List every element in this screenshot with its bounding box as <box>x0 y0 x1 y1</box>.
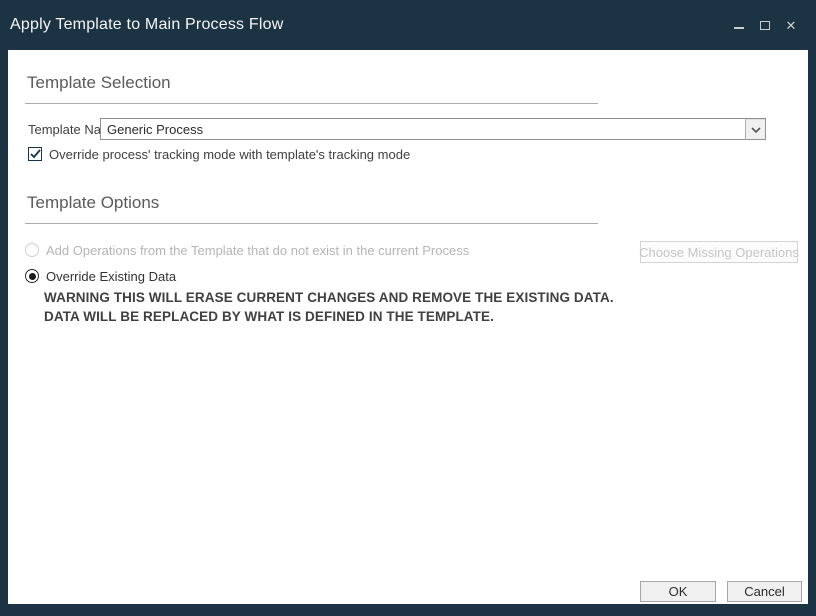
close-button[interactable]: ✕ <box>782 16 800 34</box>
warning-line-2: DATA WILL BE REPLACED BY WHAT IS DEFINED… <box>44 307 644 326</box>
cancel-button[interactable]: Cancel <box>727 581 802 602</box>
warning-line-1: WARNING THIS WILL ERASE CURRENT CHANGES … <box>44 288 644 307</box>
template-selection-heading: Template Selection <box>27 73 171 93</box>
maximize-button[interactable] <box>756 16 774 34</box>
warning-text: WARNING THIS WILL ERASE CURRENT CHANGES … <box>44 288 644 326</box>
ok-button[interactable]: OK <box>640 581 716 602</box>
radio-dot <box>29 273 36 280</box>
tracking-checkbox[interactable] <box>28 147 42 161</box>
override-existing-label: Override Existing Data <box>46 269 176 284</box>
section-separator <box>25 103 598 104</box>
minimize-button[interactable] <box>730 16 748 34</box>
window-title: Apply Template to Main Process Flow <box>0 16 283 34</box>
checkmark-icon <box>30 149 41 159</box>
template-name-value: Generic Process <box>101 122 745 137</box>
override-existing-radio[interactable] <box>25 269 39 283</box>
dialog-window: Apply Template to Main Process Flow ✕ Te… <box>0 0 816 616</box>
tracking-checkbox-label: Override process' tracking mode with tem… <box>49 147 410 162</box>
override-existing-radio-row[interactable]: Override Existing Data <box>25 268 176 284</box>
chevron-down-icon <box>751 127 761 133</box>
maximize-icon <box>760 21 770 30</box>
combobox-dropdown-button[interactable] <box>745 119 765 139</box>
tracking-checkbox-row[interactable]: Override process' tracking mode with tem… <box>28 146 410 162</box>
add-operations-label: Add Operations from the Template that do… <box>46 243 469 258</box>
section-separator <box>25 223 598 224</box>
add-operations-radio-row: Add Operations from the Template that do… <box>25 242 469 258</box>
add-operations-radio <box>25 243 39 257</box>
choose-missing-operations-button: Choose Missing Operations <box>640 241 798 263</box>
window-controls: ✕ <box>730 0 800 50</box>
dialog-content: Template Selection Template Name: Generi… <box>8 50 808 604</box>
minimize-icon <box>734 27 744 29</box>
template-options-heading: Template Options <box>27 193 159 213</box>
title-bar: Apply Template to Main Process Flow ✕ <box>0 0 816 50</box>
close-icon: ✕ <box>786 19 797 32</box>
template-name-combobox[interactable]: Generic Process <box>100 118 766 140</box>
